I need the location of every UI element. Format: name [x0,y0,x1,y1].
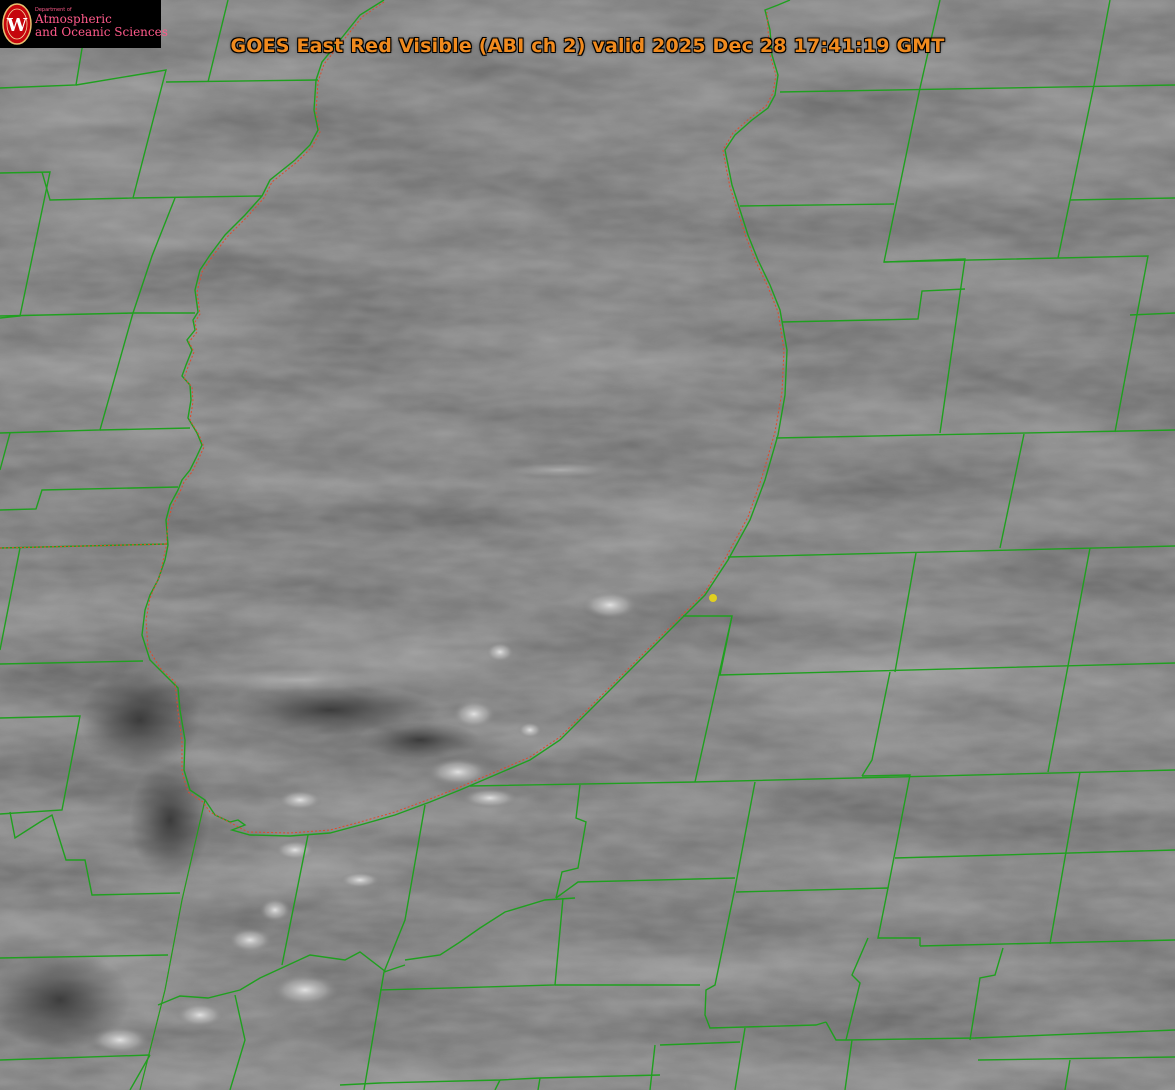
seal-letter: W [6,15,28,36]
aos-logo: W Department of Atmospheric and Oceanic … [0,0,168,48]
station-marker [709,594,717,602]
satellite-image [0,0,1175,1090]
logo-line-2: and Oceanic Sciences [35,25,168,39]
cloud-fine-texture [0,0,1175,1090]
uw-seal-icon: W [2,3,32,45]
image-title: GOES East Red Visible (ABI ch 2) valid 2… [230,35,945,57]
satellite-viewer: GOES East Red Visible (ABI ch 2) valid 2… [0,0,1175,1090]
